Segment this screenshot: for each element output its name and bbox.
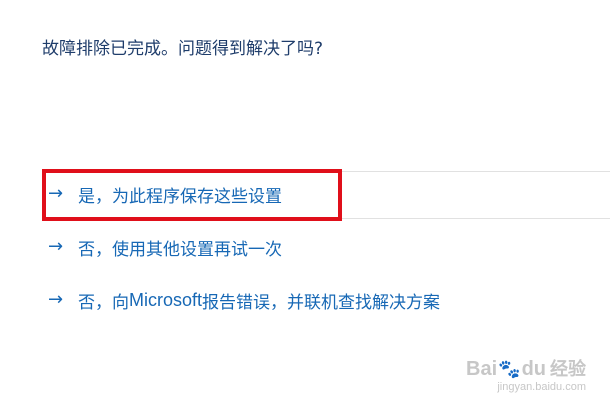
arrow-right-icon: → <box>48 236 64 257</box>
watermark-url: jingyan.baidu.com <box>497 380 586 393</box>
watermark-logo-right: 经验 <box>550 358 586 380</box>
paw-icon: 🐾 <box>498 358 521 379</box>
option-label-brand: Microsoft <box>129 289 203 310</box>
watermark-logo: Bai🐾du 经验 <box>466 358 586 380</box>
option-label: 否，使用其他设置再试一次 <box>78 239 282 260</box>
baidu-jingyan-watermark: Bai🐾du 经验 jingyan.baidu.com <box>466 358 586 393</box>
option-no-report-online[interactable]: → 否，向 Microsoft 报告错误，并联机查找解决方案 <box>48 283 610 317</box>
arrow-right-icon: → <box>48 289 64 310</box>
option-label-prefix: 否，向 <box>78 292 129 313</box>
option-label-suffix: 报告错误，并联机查找解决方案 <box>202 292 441 313</box>
watermark-logo-left: Bai <box>466 357 498 380</box>
watermark-logo-paw-text: du <box>521 357 546 380</box>
red-highlight-box <box>42 169 342 221</box>
troubleshoot-complete-title: 故障排除已完成。问题得到解决了吗? <box>42 39 324 59</box>
option-no-try-again[interactable]: → 否，使用其他设置再试一次 <box>48 230 610 264</box>
